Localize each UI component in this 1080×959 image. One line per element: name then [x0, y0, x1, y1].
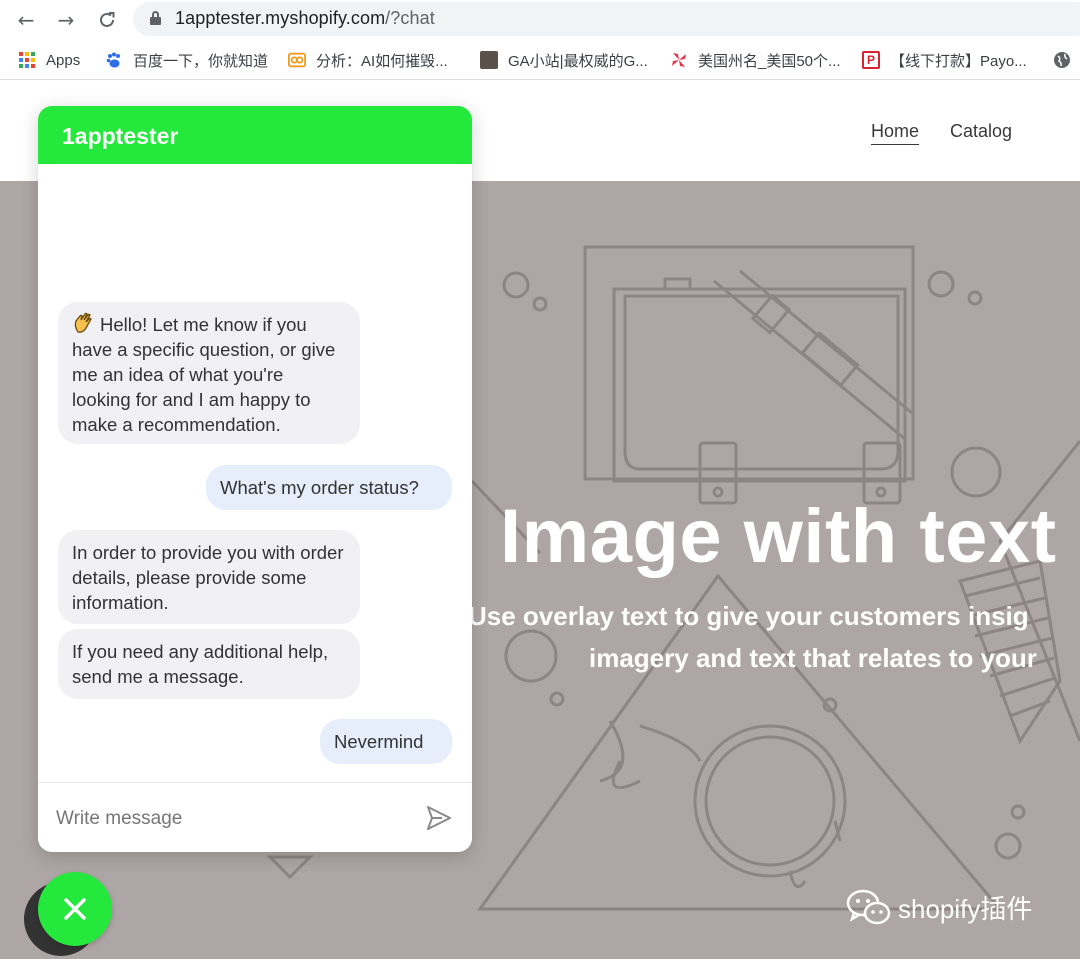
chat-close-button[interactable] — [38, 872, 112, 946]
close-icon — [64, 898, 86, 920]
pinwheel-icon — [670, 51, 688, 69]
bookmark-analysis[interactable]: 分析：AI如何摧毁... — [288, 50, 448, 70]
chat-window: 1apptester Hello! Let me know if you hav… — [38, 106, 472, 852]
chat-composer — [38, 782, 472, 852]
lock-icon — [150, 11, 161, 25]
bookmark-label: GA小站|最权威的G... — [508, 52, 648, 70]
chat-message-text: What's my order status? — [220, 477, 419, 498]
chat-message-user: What's my order status? — [206, 465, 452, 510]
url-host: 1apptester.myshopify.com — [175, 8, 386, 28]
chat-message-text: Hello! Let me know if you have a specifi… — [72, 314, 336, 435]
bookmark-label: 分析：AI如何摧毁... — [316, 52, 448, 70]
wechat-icon — [846, 889, 891, 925]
chat-message-text: Nevermind — [334, 731, 424, 752]
bookmark-states[interactable]: 美国州名_美国50个... — [670, 50, 841, 70]
apps-grid-icon — [18, 51, 36, 69]
reload-icon[interactable] — [93, 6, 121, 34]
url-path: /?chat — [385, 8, 435, 28]
send-icon[interactable] — [424, 803, 454, 833]
hero-subtitle-line1: Use overlay text to give your customers … — [468, 601, 1029, 631]
ga-site-icon — [480, 51, 498, 69]
chat-message-user: Nevermind — [320, 719, 452, 764]
bookmark-label: 美国州名_美国50个... — [698, 52, 841, 70]
bookmark-payo[interactable]: P 【线下打款】Payo... — [862, 50, 1027, 70]
bookmark-label: 【线下打款】Payo... — [890, 52, 1027, 70]
nav-catalog[interactable]: Catalog — [950, 121, 1012, 142]
chat-message-bot: Hello! Let me know if you have a specifi… — [58, 302, 360, 444]
url-text[interactable]: 1apptester.myshopify.com/?chat — [175, 8, 435, 29]
chat-header: 1apptester — [38, 106, 472, 164]
chat-title: 1apptester — [62, 123, 179, 149]
chat-message-bot: If you need any additional help, send me… — [58, 629, 360, 699]
forward-icon[interactable]: → — [52, 6, 80, 34]
watermark-text: shopify插件 — [898, 893, 1033, 924]
chat-message-text: If you need any additional help, send me… — [72, 641, 329, 687]
waving-hand-icon — [74, 312, 92, 333]
nav-home[interactable]: Home — [871, 121, 920, 145]
globe-icon[interactable] — [1053, 50, 1071, 70]
chat-message-text: In order to provide you with order detai… — [72, 542, 344, 613]
analysis-icon — [288, 51, 306, 69]
bookmarks-bar: Apps 百度一下，你就知道 分析：AI如何摧毁... GA小站|最权威的G..… — [0, 40, 1080, 80]
baidu-paw-icon — [105, 51, 123, 69]
bookmark-label: Apps — [46, 51, 81, 69]
chat-message-bot: In order to provide you with order detai… — [58, 530, 360, 624]
bookmark-apps[interactable]: Apps — [18, 50, 80, 70]
p-badge-icon: P — [862, 51, 880, 69]
bookmark-baidu[interactable]: 百度一下，你就知道 — [105, 50, 268, 70]
bookmark-label: 百度一下，你就知道 — [133, 52, 269, 70]
bookmark-ga[interactable]: GA小站|最权威的G... — [480, 50, 648, 70]
browser-toolbar: ← → 1apptester.myshopify.com/?chat — [0, 0, 1080, 40]
watermark: shopify插件 — [846, 887, 1032, 927]
message-input[interactable] — [56, 805, 416, 833]
back-icon[interactable]: ← — [12, 6, 40, 34]
hero-title: Image with text — [500, 494, 1057, 579]
hero-subtitle-line2: imagery and text that relates to your — [589, 643, 1037, 673]
